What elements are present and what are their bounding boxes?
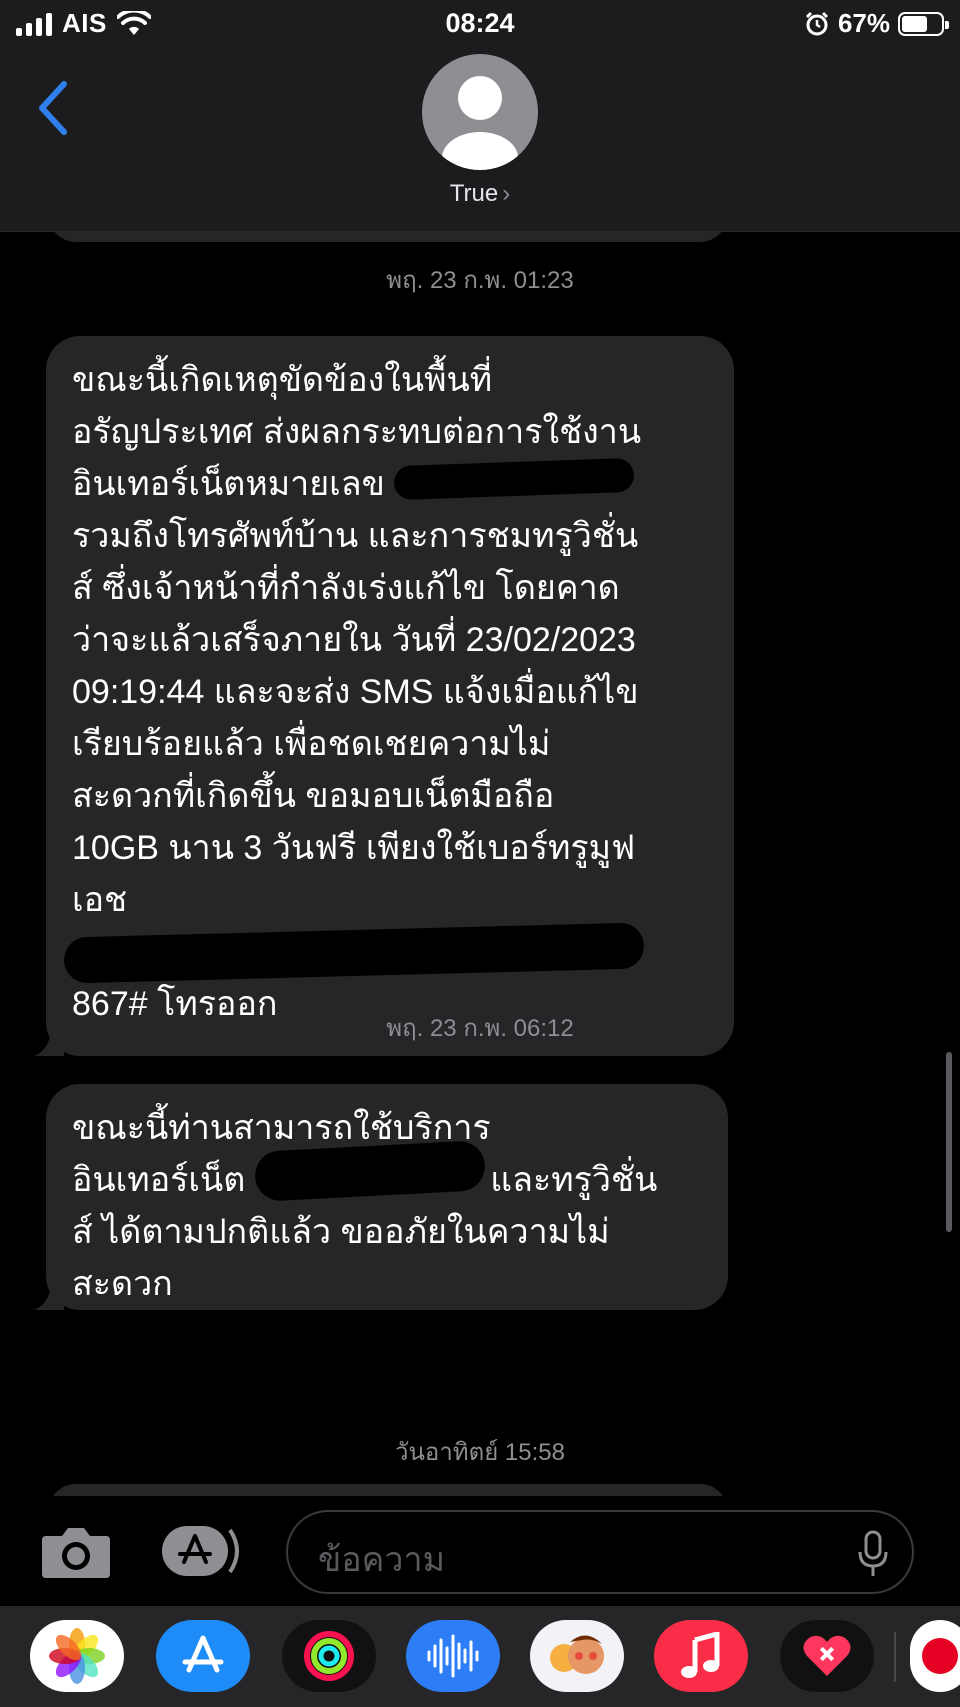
message-line: เอช [72,881,128,919]
contact-avatar[interactable] [422,54,538,170]
message-line: ส์ ซึ่งเจ้าหน้าที่กำลังเร่งแก้ไข โดยคาด [72,569,620,607]
message-bubble[interactable]: ขณะนี้เกิดเหตุขัดข้องในพื้นที่ อรัญประเท… [34,336,734,1056]
alarm-icon [805,11,829,35]
photos-icon[interactable] [30,1620,124,1692]
message-line: เรียบร้อยแล้ว เพื่อชดเชยความไม่ [72,725,551,763]
status-right: 67% [804,8,949,39]
message-list[interactable]: พฤ. 23 ก.พ. 01:23 ขณะนี้เกิดเหตุขัดข้องใ… [0,232,960,1496]
message-line: สะดวก [72,1265,173,1303]
camera-icon[interactable] [40,1522,112,1580]
battery-icon [898,11,949,36]
message-line: รวมถึงโทรศัพท์บ้าน และการชมทรูวิชั่น [72,517,639,555]
battery-percent: 67% [837,8,890,38]
scroll-indicator[interactable] [946,1052,952,1232]
compose-bar: ข้อความ [0,1496,960,1606]
message-line: ว่าจะแล้วเสร็จภายใน วันที่ 23/02/2023 [72,621,636,659]
memoji-icon[interactable] [530,1620,624,1692]
message-line: อรัญประเทศ ส่งผลกระทบต่อการใช้งาน [72,413,642,451]
dock-divider [894,1632,896,1682]
message-line [63,922,708,984]
microphone-icon[interactable] [856,1530,890,1578]
person-icon [442,76,518,170]
contact-name-button[interactable]: True › [0,180,960,208]
message-timestamp: พฤ. 23 ก.พ. 06:12 [386,1015,574,1042]
message-line: 09:19:44 และจะส่ง SMS แจ้งเมื่อแก้ไข [72,673,639,711]
health-icon[interactable] [780,1620,874,1692]
fitness-icon[interactable] [282,1620,376,1692]
app-store-icon[interactable] [156,1620,250,1692]
message-text: อินเทอร์เน็ต [72,1161,246,1199]
bubble-tail [34,1280,64,1310]
message-line: อินเทอร์เน็ต และทรูวิชั่น [72,1140,702,1206]
message-text: และทรูวิชั่น [490,1161,658,1199]
chevron-right-icon: › [502,180,511,207]
redaction-mark [253,1140,486,1202]
app-store-apps-icon[interactable] [160,1522,246,1580]
message-line: สะดวกที่เกิดขึ้น ขอมอบเน็ตมือถือ [72,777,555,815]
message-line: 10GB นาน 3 วันฟรี เพียงใช้เบอร์ทรูมูฟ [72,829,636,867]
phone-number-link[interactable] [393,457,635,506]
status-bar: AIS 08:24 67% [0,0,960,48]
message-timestamp: วันอาทิตย์ 15:58 [395,1439,565,1466]
redaction-mark [393,457,635,501]
next-message-bubble [48,1484,728,1496]
music-icon[interactable] [654,1620,748,1692]
back-chevron-icon[interactable] [34,78,74,138]
previous-message-bubble [48,232,728,242]
message-timestamp: พฤ. 23 ก.พ. 01:23 [386,267,574,294]
pinterest-icon[interactable] [910,1620,960,1692]
message-line: ขณะนี้เกิดเหตุขัดข้องในพื้นที่ [72,361,493,399]
message-text: อินเทอร์เน็ตหมายเลข [72,465,385,503]
message-line: ส์ ได้ตามปกติแล้ว ขออภัยในความไม่ [72,1213,610,1251]
phone-number-link[interactable] [253,1140,486,1202]
app-drawer [0,1606,960,1707]
message-input-placeholder: ข้อความ [318,1541,446,1579]
redaction-mark [63,922,645,984]
message-bubble[interactable]: ขณะนี้ท่านสามารถใช้บริการ อินเทอร์เน็ต แ… [34,1084,728,1310]
voice-memos-icon[interactable] [406,1620,500,1692]
contact-name: True [449,180,499,207]
battery-fill [902,15,928,32]
message-line: อินเทอร์เน็ตหมายเลข [72,457,708,510]
message-input[interactable]: ข้อความ [286,1510,914,1594]
conversation-header: True › [0,48,960,232]
